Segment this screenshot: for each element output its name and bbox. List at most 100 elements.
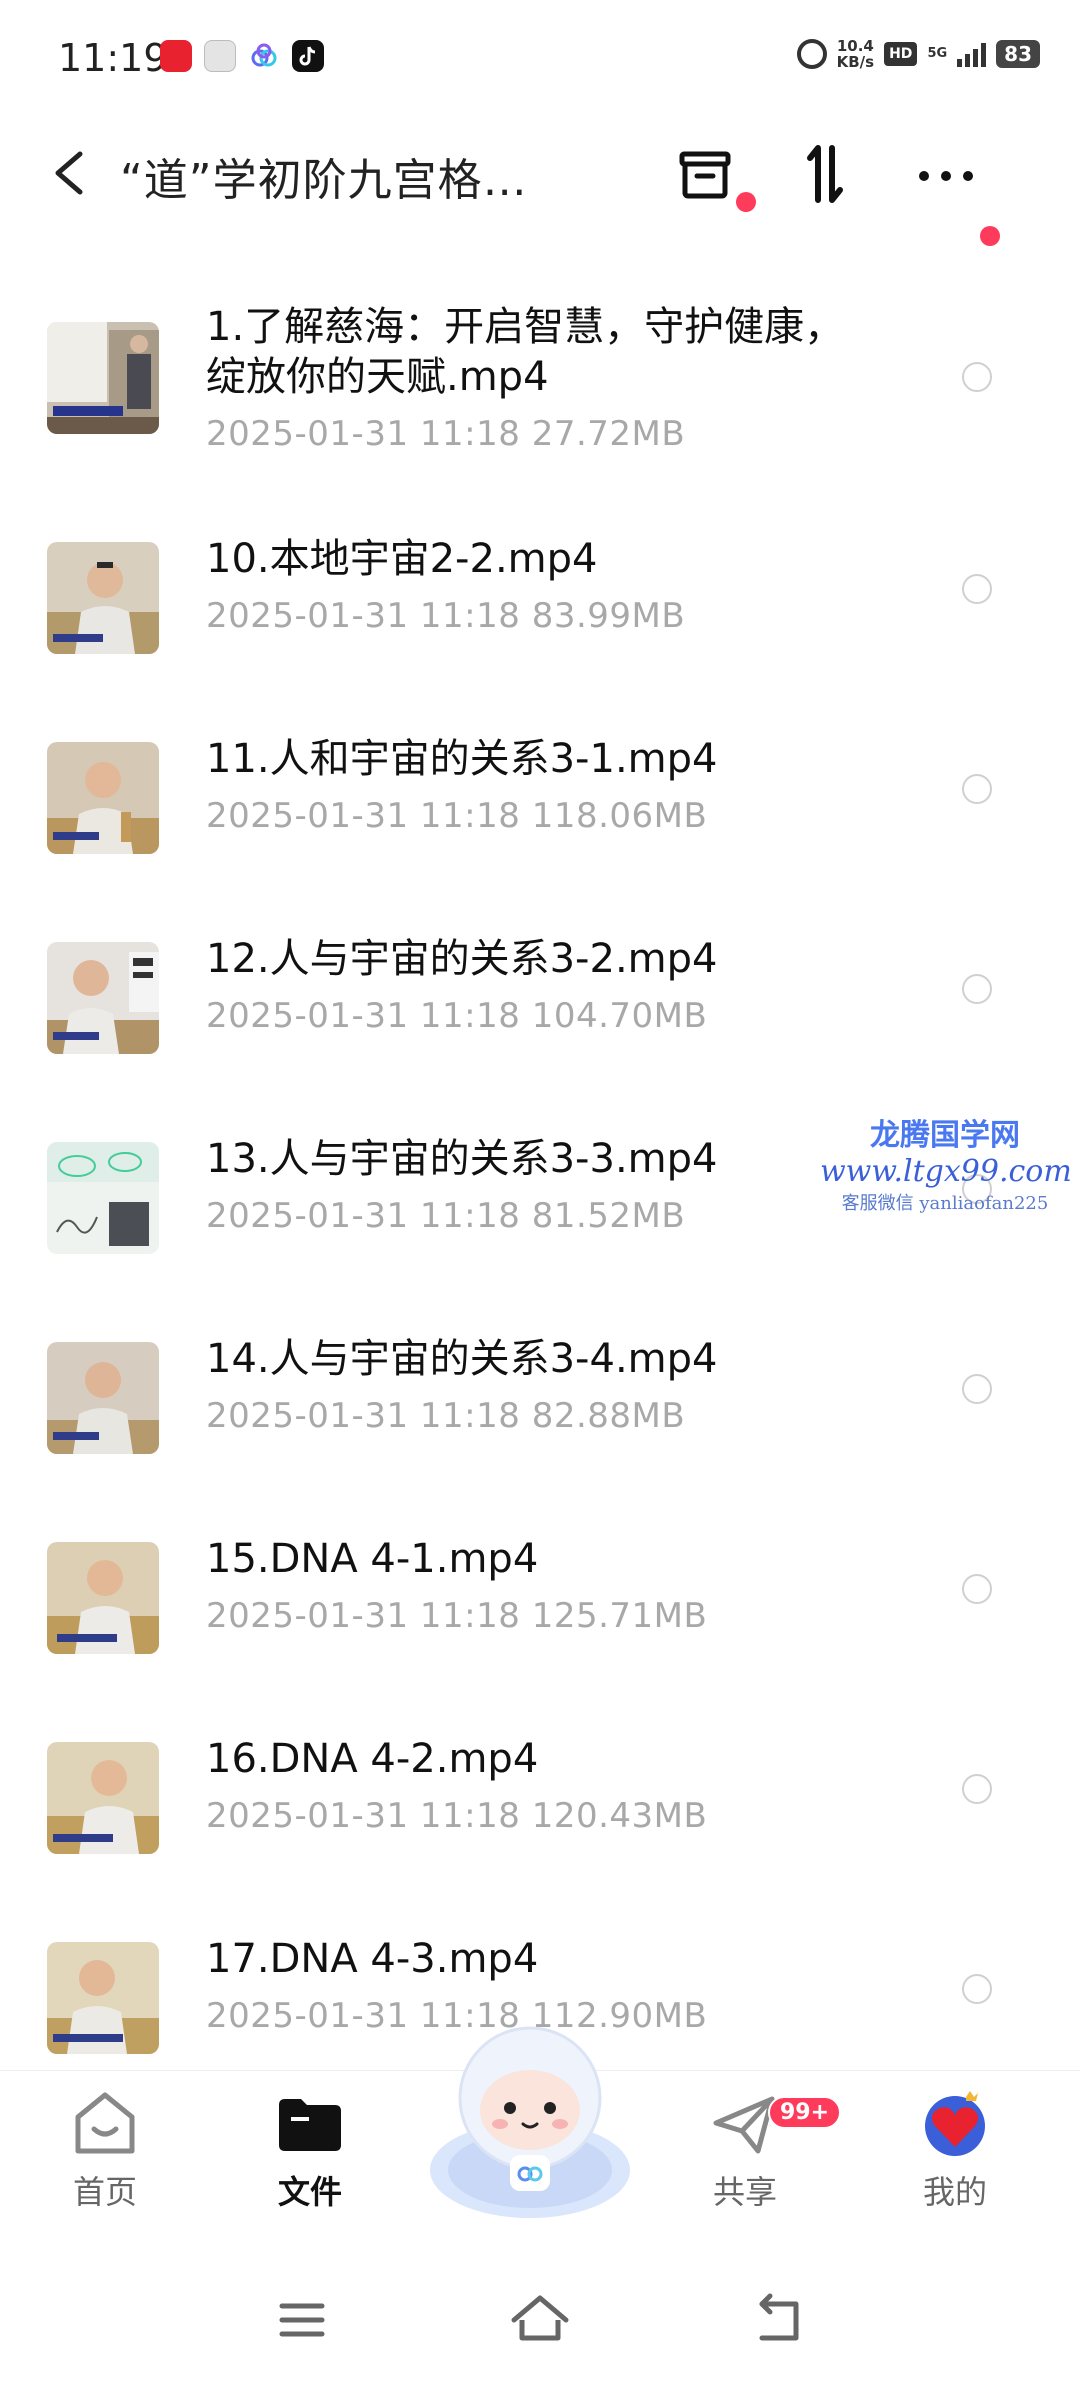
video-thumbnail (47, 1342, 159, 1454)
network-speed: 10.4 KB/s (837, 38, 874, 70)
sort-icon (807, 145, 843, 203)
sort-button[interactable] (780, 128, 870, 218)
watermark-url: www.ltgx99.com (820, 1154, 1072, 1189)
select-radio[interactable] (962, 1774, 992, 1804)
file-time: 11:18 (419, 796, 521, 836)
status-indicators: 10.4 KB/s HD 5G 83 (796, 38, 1040, 70)
more-icon (919, 171, 973, 181)
file-date: 2025-01-31 (206, 414, 409, 454)
select-radio[interactable] (962, 774, 992, 804)
video-thumbnail (47, 1542, 159, 1654)
video-thumbnail (47, 322, 159, 434)
file-meta: 2025-01-31 11:18 81.52MB (206, 1196, 685, 1236)
file-name: 12.人与宇宙的关系3-2.mp4 (206, 936, 718, 982)
status-time: 11:19 (58, 36, 168, 80)
back-system-button[interactable] (740, 2280, 820, 2360)
back-arrow-icon (759, 2293, 799, 2341)
menu-icon (279, 2303, 325, 2337)
file-size: 125.71MB (531, 1596, 708, 1636)
file-row[interactable]: 11.人和宇宙的关系3-1.mp4 2025-01-31 11:18 118.0… (0, 692, 1080, 892)
app-notification-icon (204, 40, 236, 72)
file-date: 2025-01-31 (206, 996, 409, 1036)
nav-files[interactable]: 文件 (235, 2089, 385, 2213)
cloud-notification-icon (248, 40, 280, 72)
nav-files-label: 文件 (277, 2173, 342, 2211)
home-system-button[interactable] (500, 2280, 580, 2360)
file-row[interactable]: 15.DNA 4-1.mp4 2025-01-31 11:18 125.71MB (0, 1492, 1080, 1692)
xiaohongshu-notification-icon (160, 40, 192, 72)
file-name: 10.本地宇宙2-2.mp4 (206, 536, 598, 582)
file-meta: 2025-01-31 11:18 82.88MB (206, 1396, 685, 1436)
alarm-icon (796, 39, 827, 69)
file-date: 2025-01-31 (206, 1996, 409, 2036)
tiktok-notification-icon (292, 40, 324, 72)
file-meta: 2025-01-31 11:18 125.71MB (206, 1596, 707, 1636)
video-thumbnail (47, 742, 159, 854)
file-size: 118.06MB (531, 796, 708, 836)
battery-icon: 83 (996, 40, 1040, 68)
file-date: 2025-01-31 (206, 1596, 409, 1636)
nav-home[interactable]: 首页 (30, 2089, 180, 2213)
avatar-heart-icon (920, 2089, 990, 2159)
chevron-left-icon (55, 151, 83, 195)
video-thumbnail (47, 542, 159, 654)
file-name: 1.了解慈海：开启智慧，守护健康，绽放你的天赋.mp4 (206, 304, 845, 400)
signal-bars-icon (957, 41, 987, 67)
select-radio[interactable] (962, 1374, 992, 1404)
network-speed-unit: KB/s (836, 53, 875, 71)
more-options-button[interactable] (900, 128, 990, 218)
hd-icon: HD (884, 42, 918, 66)
file-meta: 2025-01-31 11:18 104.70MB (206, 996, 707, 1036)
watermark: 龙腾国学网 www.ltgx99.com 客服微信 yanliaofan225 (820, 1110, 1072, 1215)
select-radio[interactable] (962, 974, 992, 1004)
file-date: 2025-01-31 (206, 1196, 409, 1236)
home-icon (70, 2089, 140, 2159)
file-time: 11:18 (419, 596, 521, 636)
mascot-button[interactable] (425, 2020, 635, 2220)
file-name: 13.人与宇宙的关系3-3.mp4 (206, 1136, 718, 1182)
file-name: 16.DNA 4-2.mp4 (206, 1736, 539, 1782)
file-size: 120.43MB (531, 1796, 708, 1836)
file-time: 11:18 (419, 414, 521, 454)
paper-plane-icon (710, 2089, 780, 2159)
file-time: 11:18 (419, 1196, 521, 1236)
file-name: 11.人和宇宙的关系3-1.mp4 (206, 736, 718, 782)
nav-mine[interactable]: 我的 (880, 2089, 1030, 2213)
signal-type: 5G (927, 46, 948, 61)
system-navigation-bar (0, 2240, 1080, 2400)
nav-home-label: 首页 (72, 2173, 137, 2211)
file-row[interactable]: 16.DNA 4-2.mp4 2025-01-31 11:18 120.43MB (0, 1692, 1080, 1892)
select-radio[interactable] (962, 1974, 992, 2004)
file-date: 2025-01-31 (206, 596, 409, 636)
video-thumbnail (47, 1942, 159, 2054)
more-notification-dot (980, 226, 1000, 246)
archive-notification-dot (736, 192, 756, 212)
file-meta: 2025-01-31 11:18 120.43MB (206, 1796, 707, 1836)
home-outline-icon (511, 2295, 569, 2341)
file-row[interactable]: 10.本地宇宙2-2.mp4 2025-01-31 11:18 83.99MB (0, 492, 1080, 692)
select-radio[interactable] (962, 362, 992, 392)
video-thumbnail (47, 1142, 159, 1254)
recent-apps-button[interactable] (262, 2280, 342, 2360)
file-size: 81.52MB (531, 1196, 686, 1236)
file-name: 15.DNA 4-1.mp4 (206, 1536, 539, 1582)
file-row[interactable]: 14.人与宇宙的关系3-4.mp4 2025-01-31 11:18 82.88… (0, 1292, 1080, 1492)
watermark-site-name: 龙腾国学网 (870, 1118, 1020, 1153)
file-name: 17.DNA 4-3.mp4 (206, 1936, 539, 1982)
notification-icons (160, 40, 324, 72)
astronaut-mascot-icon (430, 2026, 630, 2218)
select-radio[interactable] (962, 574, 992, 604)
file-meta: 2025-01-31 11:18 118.06MB (206, 796, 707, 836)
file-row[interactable]: 12.人与宇宙的关系3-2.mp4 2025-01-31 11:18 104.7… (0, 892, 1080, 1092)
back-button[interactable] (44, 140, 104, 206)
folder-title: “道”学初阶九宫格… (120, 155, 528, 206)
file-date: 2025-01-31 (206, 1796, 409, 1836)
file-row[interactable]: 1.了解慈海：开启智慧，守护健康，绽放你的天赋.mp4 2025-01-31 1… (0, 270, 1080, 492)
file-size: 82.88MB (531, 1396, 686, 1436)
folder-header: “道”学初阶九宫格… (0, 120, 1080, 246)
file-time: 11:18 (419, 1796, 521, 1836)
file-size: 27.72MB (531, 414, 686, 454)
file-size: 83.99MB (531, 596, 686, 636)
select-radio[interactable] (962, 1574, 992, 1604)
file-date: 2025-01-31 (206, 1396, 409, 1436)
